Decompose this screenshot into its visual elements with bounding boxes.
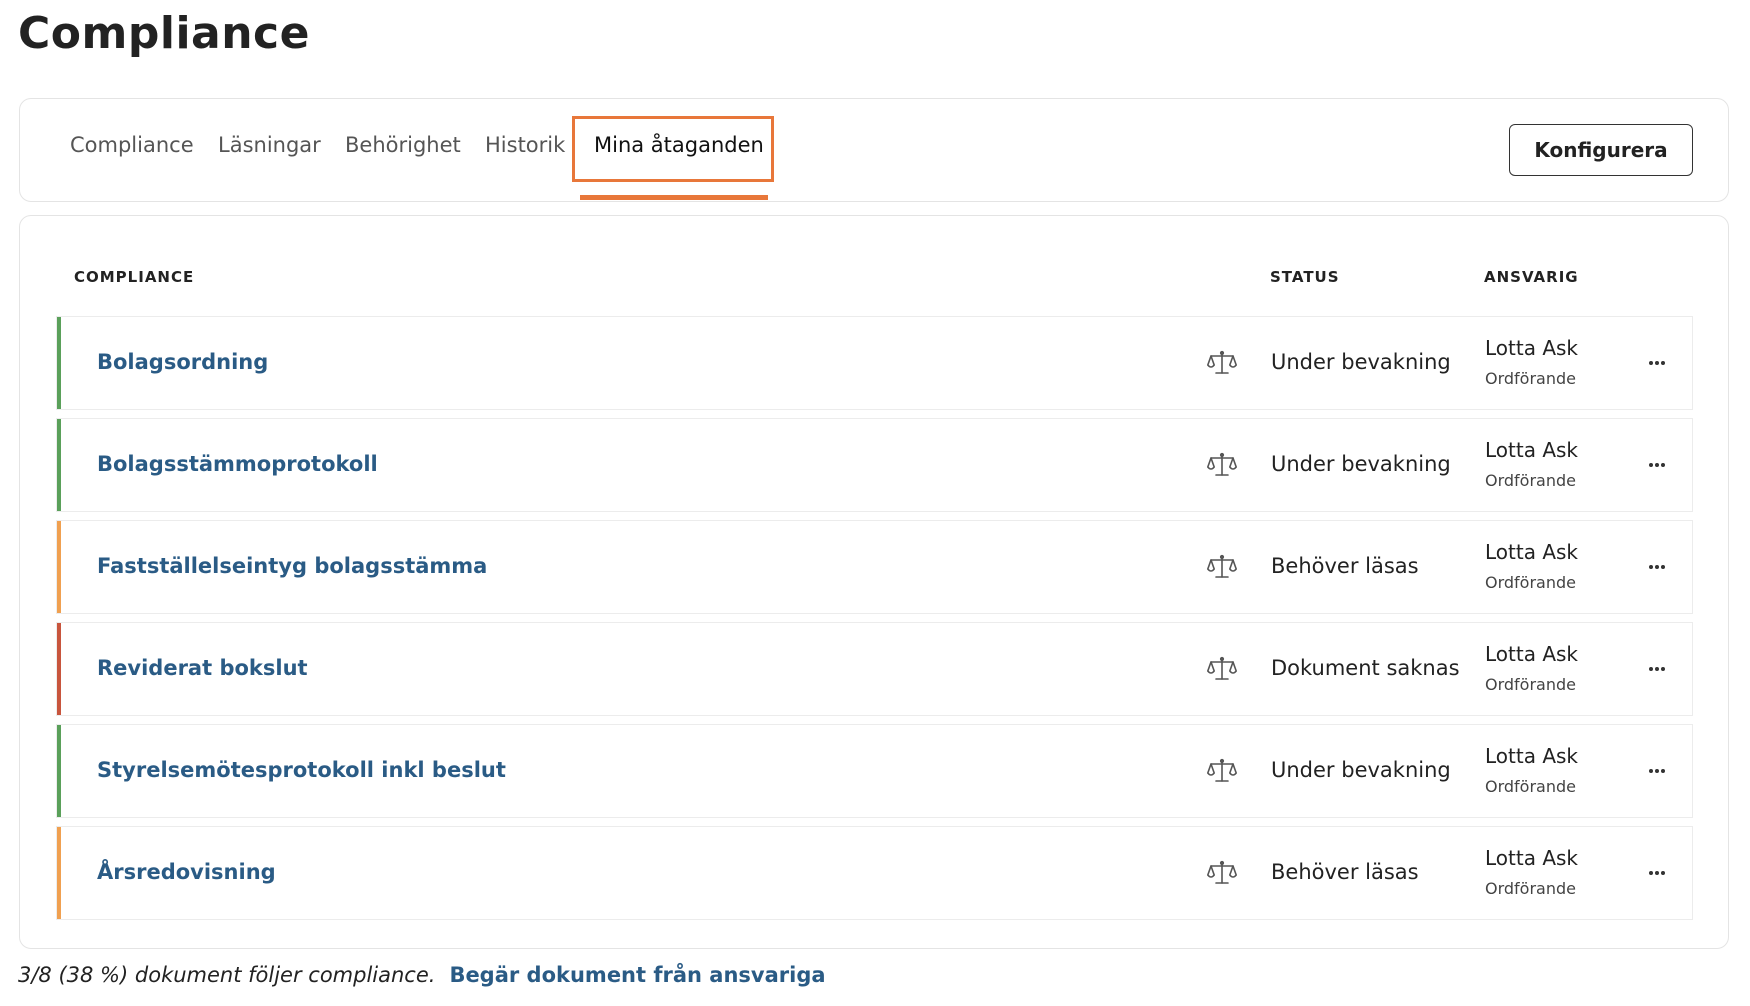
active-tab-underline	[580, 195, 768, 200]
page: Compliance Compliance Läsningar Behörigh…	[0, 0, 1750, 1006]
responsible-role: Ordförande	[1485, 471, 1576, 490]
scale-icon[interactable]	[1207, 452, 1237, 478]
column-header-responsible: ANSVARIG	[1484, 268, 1579, 286]
column-header-status: STATUS	[1270, 268, 1340, 286]
responsible-name: Lotta Ask	[1485, 642, 1579, 666]
responsible-role: Ordförande	[1485, 777, 1576, 796]
scale-icon[interactable]	[1207, 860, 1237, 886]
table-row[interactable]: Reviderat bokslut Dokument saknas Lotta …	[56, 622, 1693, 716]
scale-icon[interactable]	[1207, 554, 1237, 580]
more-options-icon[interactable]	[1639, 447, 1675, 483]
document-name-link[interactable]: Bolagsstämmoprotokoll	[97, 452, 378, 476]
responsible-role: Ordförande	[1485, 675, 1576, 694]
responsible-role: Ordförande	[1485, 879, 1576, 898]
status-text: Dokument saknas	[1271, 656, 1460, 680]
footer: 3/8 (38 %) dokument följer compliance. Be…	[18, 963, 826, 987]
column-header-compliance: COMPLIANCE	[74, 268, 195, 286]
scale-icon[interactable]	[1207, 350, 1237, 376]
responsible-name: Lotta Ask	[1485, 540, 1579, 564]
status-color-bar	[57, 623, 61, 715]
document-name-link[interactable]: Styrelsemötesprotokoll inkl beslut	[97, 758, 506, 782]
compliance-table: COMPLIANCE STATUS ANSVARIG Bolagsordning…	[19, 215, 1729, 949]
more-options-icon[interactable]	[1639, 549, 1675, 585]
more-options-icon[interactable]	[1639, 345, 1675, 381]
responsible-name: Lotta Ask	[1485, 846, 1579, 870]
status-text: Under bevakning	[1271, 350, 1451, 374]
table-row[interactable]: Årsredovisning Behöver läsas Lotta Ask O…	[56, 826, 1693, 920]
status-color-bar	[57, 827, 61, 919]
responsible-name: Lotta Ask	[1485, 438, 1579, 462]
document-name-link[interactable]: Årsredovisning	[97, 860, 276, 884]
status-text: Under bevakning	[1271, 758, 1451, 782]
document-name-link[interactable]: Bolagsordning	[97, 350, 268, 374]
status-text: Behöver läsas	[1271, 860, 1419, 884]
more-options-icon[interactable]	[1639, 855, 1675, 891]
scale-icon[interactable]	[1207, 656, 1237, 682]
status-text: Behöver läsas	[1271, 554, 1419, 578]
responsible-name: Lotta Ask	[1485, 336, 1579, 360]
responsible-role: Ordförande	[1485, 573, 1576, 592]
status-text: Under bevakning	[1271, 452, 1451, 476]
table-row[interactable]: Bolagsordning Under bevakning Lotta Ask …	[56, 316, 1693, 410]
tab-lasningar[interactable]: Läsningar	[218, 133, 321, 157]
tab-compliance[interactable]: Compliance	[70, 133, 194, 157]
table-row[interactable]: Fastställelseintyg bolagsstämma Behöver …	[56, 520, 1693, 614]
document-name-link[interactable]: Fastställelseintyg bolagsstämma	[97, 554, 487, 578]
table-row[interactable]: Styrelsemötesprotokoll inkl beslut Under…	[56, 724, 1693, 818]
request-documents-link[interactable]: Begär dokument från ansvariga	[449, 963, 825, 987]
scale-icon[interactable]	[1207, 758, 1237, 784]
more-options-icon[interactable]	[1639, 651, 1675, 687]
status-color-bar	[57, 419, 61, 511]
tabs-bar: Compliance Läsningar Behörighet Historik…	[19, 98, 1729, 202]
compliance-summary: 3/8 (38 %) dokument följer compliance.	[18, 963, 436, 987]
page-title: Compliance	[18, 8, 310, 59]
table-row[interactable]: Bolagsstämmoprotokoll Under bevakning Lo…	[56, 418, 1693, 512]
status-color-bar	[57, 521, 61, 613]
responsible-name: Lotta Ask	[1485, 744, 1579, 768]
tab-mina-ataganden[interactable]: Mina åtaganden	[594, 133, 764, 157]
tab-historik[interactable]: Historik	[485, 133, 565, 157]
status-color-bar	[57, 317, 61, 409]
more-options-icon[interactable]	[1639, 753, 1675, 789]
status-color-bar	[57, 725, 61, 817]
configure-button[interactable]: Konfigurera	[1509, 124, 1693, 176]
document-name-link[interactable]: Reviderat bokslut	[97, 656, 308, 680]
tab-behorighet[interactable]: Behörighet	[345, 133, 461, 157]
responsible-role: Ordförande	[1485, 369, 1576, 388]
